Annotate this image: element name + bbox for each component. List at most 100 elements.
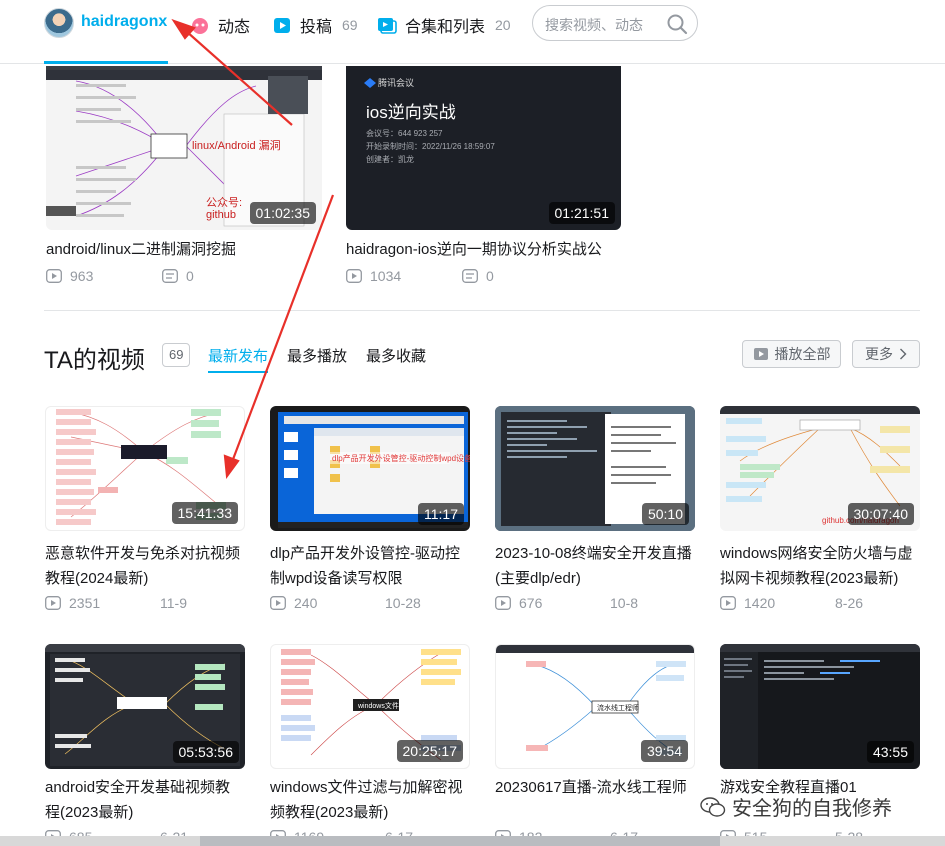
collection-icon bbox=[378, 18, 397, 34]
play-count-icon bbox=[495, 596, 511, 610]
play-count: 676 bbox=[519, 595, 543, 611]
video-duration: 01:02:35 bbox=[249, 202, 316, 224]
video-stats: 963 0 bbox=[46, 268, 194, 284]
nav-count: 69 bbox=[342, 17, 358, 33]
section-divider bbox=[44, 310, 920, 311]
search-input[interactable]: 搜索视频、动态 bbox=[545, 15, 643, 35]
thumb-overlay-text: linux/Android 漏洞 bbox=[192, 139, 281, 152]
thumb-caption: windows文件过滤 bbox=[357, 701, 413, 710]
video-thumbnail[interactable]: linux/Android 漏洞 公众号: github 01:02:35 bbox=[46, 66, 322, 230]
video-thumbnail[interactable]: dlp产品开发外设管控-驱动控制wpd设备读写权限 11:17 bbox=[270, 406, 470, 531]
tab-most-favorited[interactable]: 最多收藏 bbox=[366, 345, 426, 366]
comment-count: 0 bbox=[186, 268, 194, 284]
thumb-watermark: github bbox=[206, 209, 236, 221]
video-thumbnail[interactable]: 流水线工程师 39:54 bbox=[495, 644, 695, 769]
video-stats: 1420 8-26 bbox=[720, 595, 863, 611]
video-thumbnail[interactable]: 50:10 bbox=[495, 406, 695, 531]
upload-date: 8-26 bbox=[835, 595, 864, 611]
video-title[interactable]: android安全开发基础视频教程(2023最新) bbox=[45, 775, 245, 825]
thumb-watermark: 公众号: bbox=[206, 196, 242, 209]
active-tab-underline bbox=[208, 371, 268, 373]
dynamic-icon bbox=[192, 18, 208, 34]
profile-nav: haidragonx 动态 投稿 69 合集和列表 20 搜索视频、动态 bbox=[0, 0, 945, 64]
tab-most-played[interactable]: 最多播放 bbox=[287, 345, 347, 366]
username-link[interactable]: haidragonx bbox=[81, 13, 167, 31]
video-title[interactable]: 恶意软件开发与免杀对抗视频教程(2024最新) bbox=[45, 541, 245, 591]
play-count: 1420 bbox=[744, 595, 776, 611]
more-label: 更多 bbox=[865, 346, 893, 362]
comment-count-icon bbox=[162, 269, 178, 283]
thumb-caption: 流水线工程师 bbox=[597, 703, 639, 712]
video-stats: 2351 11-9 bbox=[45, 595, 187, 611]
video-thumbnail[interactable]: github.com/haidragon 30:07:40 bbox=[720, 406, 920, 531]
video-title[interactable]: 2023-10-08终端安全开发直播(主要dlp/edr) bbox=[495, 541, 695, 591]
video-duration: 43:55 bbox=[866, 741, 914, 763]
watermark-text: 安全狗的自我修养 bbox=[732, 798, 892, 820]
video-duration: 05:53:56 bbox=[172, 741, 239, 763]
video-duration: 50:10 bbox=[641, 503, 689, 525]
video-title[interactable]: android/linux二进制漏洞挖掘 bbox=[46, 237, 322, 262]
thumb-line: 会议号：644 923 257 bbox=[366, 128, 443, 138]
video-title[interactable]: windows网络安全防火墙与虚拟网卡视频教程(2023最新) bbox=[720, 541, 920, 591]
play-count-icon bbox=[270, 596, 286, 610]
thumb-heading: ios逆向实战 bbox=[366, 103, 456, 122]
video-duration: 30:07:40 bbox=[847, 503, 914, 525]
video-title[interactable]: 20230617直播-流水线工程师 bbox=[495, 775, 695, 800]
play-count: 2351 bbox=[69, 595, 101, 611]
tab-latest[interactable]: 最新发布 bbox=[208, 345, 268, 366]
uploads-icon bbox=[274, 18, 290, 33]
active-nav-underline bbox=[44, 61, 168, 64]
wechat-watermark: 安全狗的自我修养 bbox=[700, 792, 892, 821]
search-icon[interactable] bbox=[666, 13, 688, 35]
thumb-brand: 腾讯会议 bbox=[378, 77, 414, 88]
video-thumbnail[interactable]: 05:53:56 bbox=[45, 644, 245, 769]
video-thumbnail[interactable]: windows文件过滤 20:25:17 bbox=[270, 644, 470, 769]
section-title: TA的视频 bbox=[44, 347, 145, 374]
search-box[interactable]: 搜索视频、动态 bbox=[532, 5, 698, 41]
play-count: 1034 bbox=[370, 268, 402, 284]
play-all-button[interactable]: 播放全部 bbox=[742, 340, 841, 368]
nav-item-dynamic[interactable]: 动态 bbox=[190, 13, 250, 37]
play-count-icon bbox=[45, 596, 61, 610]
video-stats: 676 10-8 bbox=[495, 595, 638, 611]
video-thumbnail[interactable]: 15:41:33 bbox=[45, 406, 245, 531]
nav-item-uploads[interactable]: 投稿 69 bbox=[272, 13, 358, 37]
video-title[interactable]: windows文件过滤与加解密视频教程(2023最新) bbox=[270, 775, 470, 825]
thumb-line: 创建者：凯龙 bbox=[366, 154, 414, 164]
wechat-icon bbox=[700, 796, 726, 817]
play-all-label: 播放全部 bbox=[774, 346, 831, 362]
play-count-icon bbox=[46, 269, 62, 283]
comment-count: 0 bbox=[486, 268, 494, 284]
upload-date: 10-28 bbox=[385, 595, 421, 611]
video-stats: 1034 0 bbox=[346, 268, 494, 284]
video-stats: 240 10-28 bbox=[270, 595, 421, 611]
video-thumbnail[interactable]: 43:55 bbox=[720, 644, 920, 769]
avatar[interactable] bbox=[44, 8, 74, 38]
nav-label: 合集和列表 bbox=[405, 19, 486, 36]
play-all-icon bbox=[753, 348, 768, 360]
comment-count-icon bbox=[462, 269, 478, 283]
video-duration: 15:41:33 bbox=[171, 502, 238, 524]
play-count-icon bbox=[720, 596, 736, 610]
video-duration: 20:25:17 bbox=[396, 740, 463, 762]
video-duration: 39:54 bbox=[640, 740, 688, 762]
play-count: 963 bbox=[70, 268, 94, 284]
nav-label: 动态 bbox=[218, 19, 251, 36]
chevron-right-icon bbox=[900, 348, 907, 360]
video-duration: 01:21:51 bbox=[548, 202, 615, 224]
video-title[interactable]: haidragon-ios逆向一期协议分析实战公 bbox=[346, 237, 636, 262]
nav-item-collections[interactable]: 合集和列表 20 bbox=[377, 13, 511, 37]
more-button[interactable]: 更多 bbox=[852, 340, 920, 368]
upload-date: 10-8 bbox=[610, 595, 639, 611]
thumb-line: 开始录制时间：2022/11/26 18:59:07 bbox=[366, 141, 495, 151]
video-thumbnail[interactable]: 腾讯会议 ios逆向实战 会议号：644 923 257 开始录制时间：2022… bbox=[346, 66, 621, 230]
video-duration: 11:17 bbox=[418, 503, 464, 525]
nav-count: 20 bbox=[495, 17, 511, 33]
play-count: 240 bbox=[294, 595, 318, 611]
bottom-taskbar bbox=[0, 836, 945, 846]
video-title[interactable]: dlp产品开发外设管控-驱动控制wpd设备读写权限 bbox=[270, 541, 470, 591]
section-count-badge: 69 bbox=[162, 343, 191, 367]
thumb-caption: dlp产品开发外设管控-驱动控制wpd设备读写权限 bbox=[332, 453, 470, 463]
play-count-icon bbox=[346, 269, 362, 283]
upload-date: 11-9 bbox=[160, 595, 187, 611]
